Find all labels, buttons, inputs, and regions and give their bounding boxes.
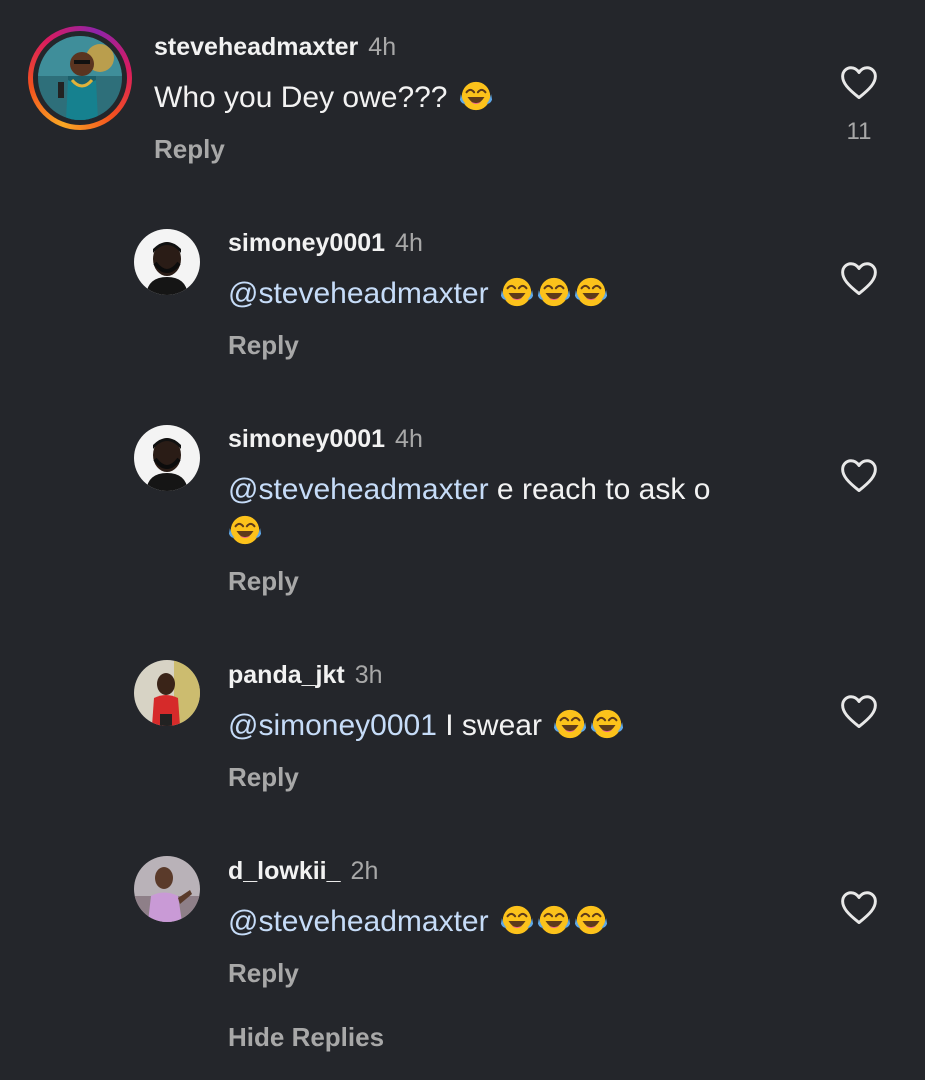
reply-button[interactable]: Reply xyxy=(228,958,299,989)
like-count: 11 xyxy=(846,118,872,145)
avatar[interactable] xyxy=(134,425,200,491)
tears-of-joy-emoji xyxy=(553,707,587,741)
username[interactable]: panda_jkt xyxy=(228,661,345,689)
reply-text: @simoney0001 I swear xyxy=(228,705,788,747)
reply-button[interactable]: Reply xyxy=(228,330,299,361)
timestamp: 4h xyxy=(395,229,423,257)
reply-header: simoney0001 4h xyxy=(228,425,423,454)
tears-of-joy-emoji xyxy=(590,707,624,741)
avatar-image xyxy=(134,660,200,726)
tears-of-joy-emoji xyxy=(500,903,534,937)
reply-text: @steveheadmaxter e reach to ask o xyxy=(228,469,788,553)
reply-button[interactable]: Reply xyxy=(154,134,225,165)
tears-of-joy-emoji xyxy=(574,275,608,309)
reply-text: @steveheadmaxter xyxy=(228,273,788,315)
hide-replies-button[interactable]: Hide Replies xyxy=(228,1022,384,1053)
mention-link[interactable]: @steveheadmaxter xyxy=(228,473,489,506)
timestamp: 2h xyxy=(350,857,379,885)
heart-icon[interactable] xyxy=(839,889,879,925)
comment-header: steveheadmaxter 4h xyxy=(154,33,396,62)
heart-icon[interactable] xyxy=(839,260,879,296)
heart-icon[interactable] xyxy=(839,457,879,493)
avatar-image xyxy=(134,425,200,491)
avatar-image xyxy=(134,229,200,295)
timestamp: 4h xyxy=(395,425,423,453)
reply-body: I swear xyxy=(436,709,542,742)
avatar[interactable] xyxy=(38,36,122,120)
username[interactable]: d_lowkii_ xyxy=(228,857,341,885)
reply-text: @steveheadmaxter xyxy=(228,901,788,943)
mention-link[interactable]: @steveheadmaxter xyxy=(228,277,489,310)
heart-icon[interactable] xyxy=(839,64,879,100)
tears-of-joy-emoji xyxy=(500,275,534,309)
reply-button[interactable]: Reply xyxy=(228,762,299,793)
avatar[interactable] xyxy=(134,229,200,295)
comment-text: Who you Dey owe??? xyxy=(154,77,714,119)
tears-of-joy-emoji xyxy=(459,79,493,113)
reply-body: e reach to ask o xyxy=(488,473,711,506)
username[interactable]: steveheadmaxter xyxy=(154,33,358,61)
username[interactable]: simoney0001 xyxy=(228,229,385,257)
username[interactable]: simoney0001 xyxy=(228,425,385,453)
avatar-image xyxy=(38,36,122,120)
tears-of-joy-emoji xyxy=(537,903,571,937)
tears-of-joy-emoji xyxy=(574,903,608,937)
reply-header: panda_jkt 3h xyxy=(228,661,383,690)
avatar-image xyxy=(134,856,200,922)
mention-link[interactable]: @simoney0001 xyxy=(228,709,437,742)
avatar[interactable] xyxy=(134,856,200,922)
avatar[interactable] xyxy=(134,660,200,726)
reply-header: simoney0001 4h xyxy=(228,229,423,258)
heart-icon[interactable] xyxy=(839,693,879,729)
tears-of-joy-emoji xyxy=(537,275,571,309)
mention-link[interactable]: @steveheadmaxter xyxy=(228,905,489,938)
tears-of-joy-emoji xyxy=(228,513,262,547)
timestamp: 3h xyxy=(354,661,383,689)
comment-body: Who you Dey owe??? xyxy=(154,81,448,114)
reply-button[interactable]: Reply xyxy=(228,566,299,597)
timestamp: 4h xyxy=(368,33,397,61)
reply-header: d_lowkii_ 2h xyxy=(228,857,378,886)
